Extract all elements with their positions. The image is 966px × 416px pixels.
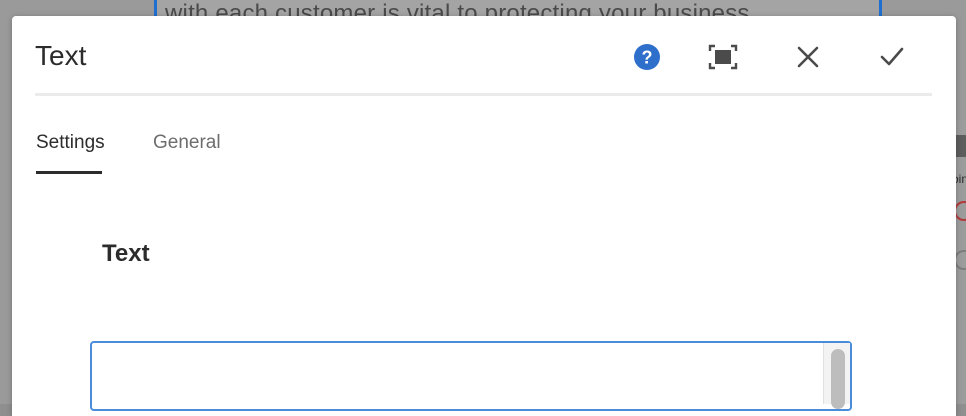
checkmark-icon bbox=[880, 47, 904, 66]
scrollbar-thumb[interactable] bbox=[831, 349, 845, 409]
section-heading: Text bbox=[102, 240, 150, 267]
help-button[interactable]: ? bbox=[630, 40, 664, 74]
close-icon bbox=[797, 46, 819, 68]
close-button[interactable] bbox=[791, 40, 825, 74]
question-circle-icon: ? bbox=[634, 44, 660, 70]
done-button[interactable] bbox=[875, 40, 909, 74]
tab-general[interactable]: General bbox=[153, 132, 221, 174]
fullscreen-button[interactable] bbox=[706, 40, 740, 74]
text-area-scrollbar[interactable] bbox=[823, 343, 850, 409]
dialog-header: Text ? bbox=[35, 16, 932, 96]
tab-settings[interactable]: Settings bbox=[36, 132, 105, 174]
fullscreen-icon bbox=[708, 44, 738, 70]
svg-text:?: ? bbox=[642, 48, 653, 68]
text-input-area[interactable] bbox=[90, 341, 852, 411]
dialog-title: Text bbox=[35, 40, 87, 71]
